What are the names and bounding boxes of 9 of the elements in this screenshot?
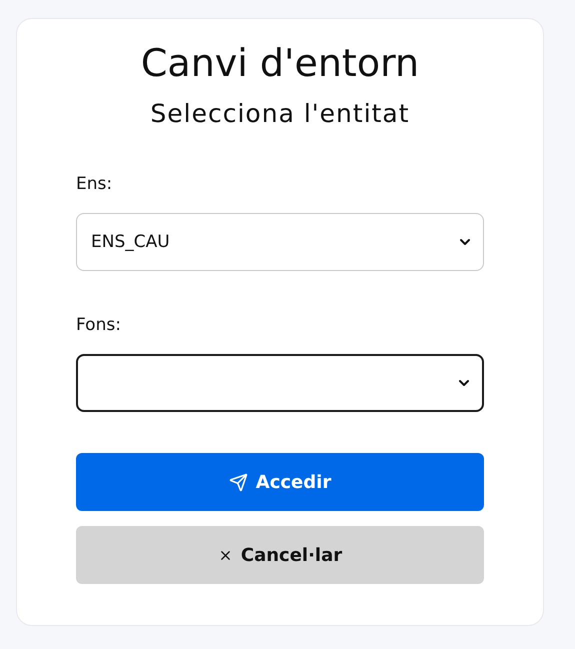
field-label: Ens: — [76, 174, 112, 194]
page-subtitle: Selecciona l'entitat — [150, 99, 410, 128]
select-field[interactable] — [76, 354, 484, 412]
page-title: Canvi d'entorn — [140, 41, 420, 85]
send-icon — [228, 472, 248, 492]
field-label: Fons: — [76, 315, 121, 335]
select-field[interactable]: ENS_CAU — [76, 213, 484, 271]
cancel-button[interactable]: Cancel·lar — [76, 526, 484, 584]
submit-button[interactable]: Accedir — [76, 453, 484, 511]
